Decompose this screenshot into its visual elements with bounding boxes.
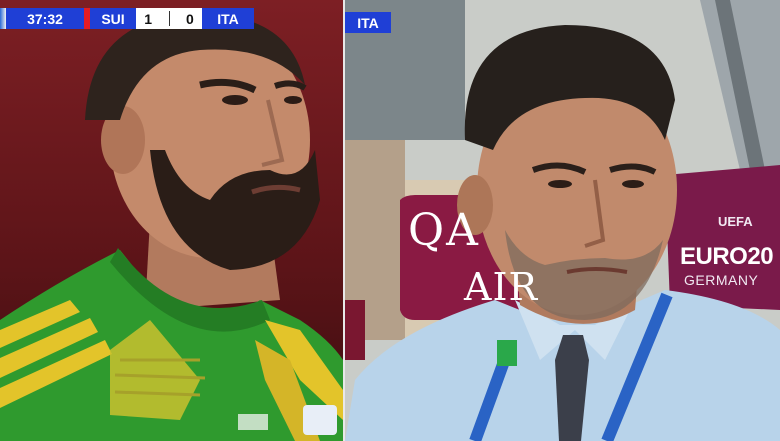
right-panel-team-tag: ITA (345, 12, 391, 33)
score-bug: 37:32 SUI 1 0 ITA (0, 8, 254, 29)
goalkeeper-portrait (0, 13, 343, 441)
host-country-label: GERMANY (684, 272, 759, 288)
match-clock: 37:32 (6, 8, 84, 29)
euro-logo-text: EURO20 (680, 243, 774, 270)
scoreline: 1 0 (136, 8, 202, 29)
uefa-label: UEFA (718, 214, 753, 229)
team-crest (303, 405, 337, 435)
score-separator (168, 11, 170, 26)
home-team-code: SUI (90, 8, 136, 29)
sponsor-text-line2: AIR (464, 265, 539, 309)
home-score: 1 (144, 10, 153, 27)
euro-seat-back (665, 165, 780, 310)
sponsor-text-line1: QA (408, 205, 480, 256)
away-score: 0 (185, 10, 194, 27)
left-camera-panel (0, 0, 343, 441)
away-team-code: ITA (202, 8, 254, 29)
